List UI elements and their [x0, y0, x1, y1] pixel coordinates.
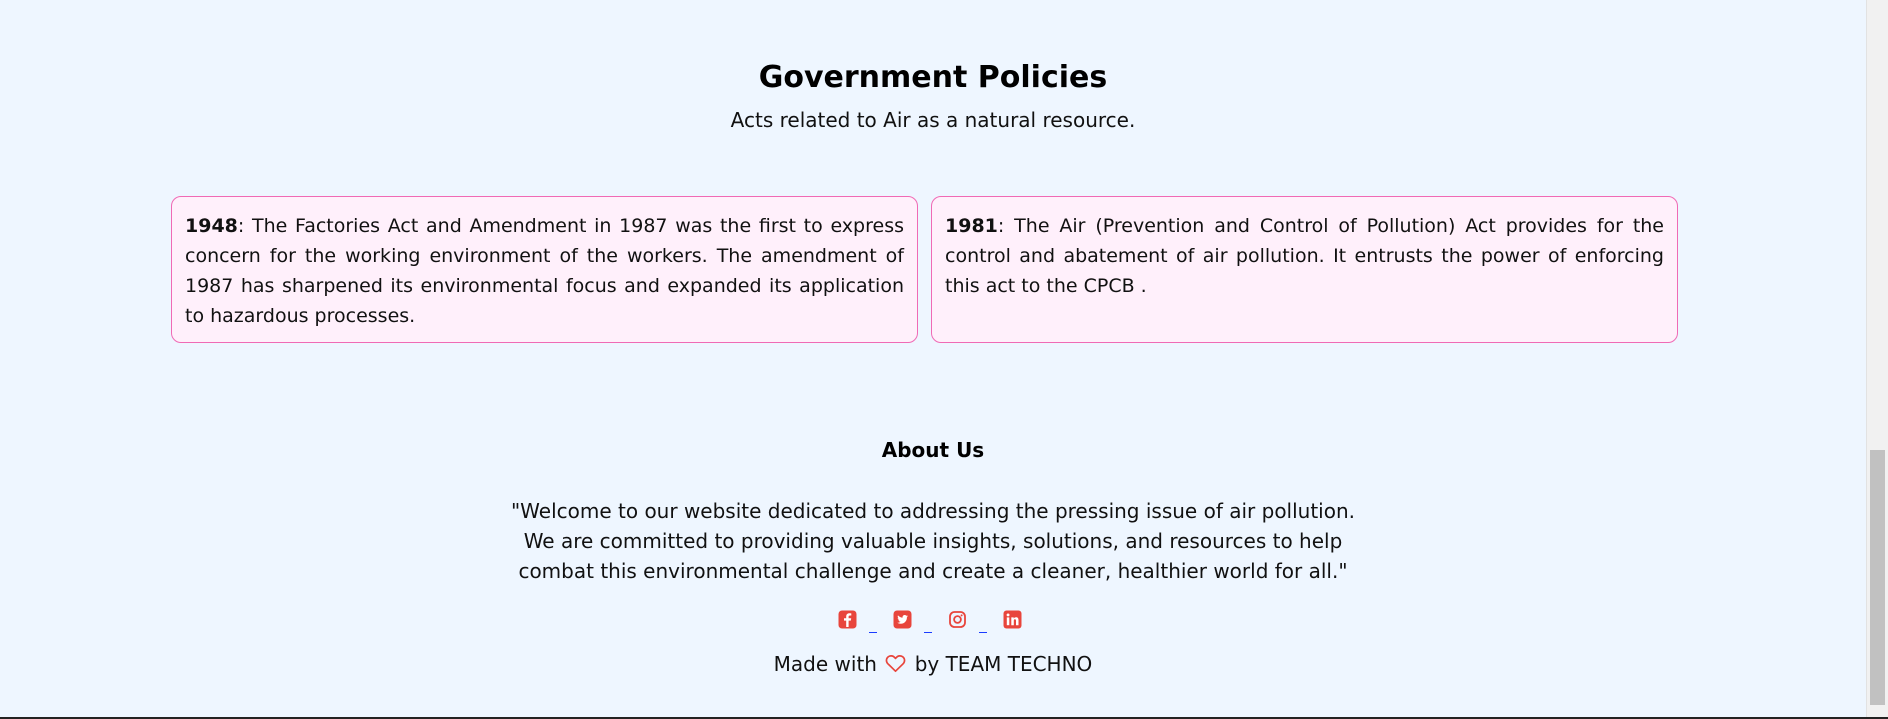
policy-year: 1948 [185, 215, 238, 237]
about-text: "Welcome to our website dedicated to add… [510, 499, 1356, 583]
linkedin-icon[interactable] [1003, 610, 1022, 629]
footer-suffix: by TEAM TECHNO [914, 652, 1093, 676]
footer-credit: Made with by TEAM TECHNO [0, 652, 1866, 678]
policy-text: : The Factories Act and Amendment in 198… [185, 215, 904, 327]
social-links [838, 608, 1022, 633]
heart-icon [885, 654, 906, 678]
link-underline [912, 610, 948, 633]
facebook-icon[interactable] [838, 610, 857, 629]
link-underline [967, 610, 1003, 633]
policies-title: Government Policies [758, 60, 1108, 95]
policy-text: : The Air (Prevention and Control of Pol… [945, 215, 1664, 297]
link-underline [857, 610, 893, 633]
policies-subtitle: Acts related to Air as a natural resourc… [730, 108, 1136, 132]
policy-card-1981: 1981: The Air (Prevention and Control of… [931, 196, 1678, 343]
page: Government Policies Acts related to Air … [0, 0, 1866, 717]
about-title: About Us [881, 438, 985, 462]
twitter-icon[interactable] [893, 610, 912, 629]
instagram-icon[interactable] [948, 610, 967, 629]
footer-prefix: Made with [773, 652, 877, 676]
policy-card-1948: 1948: The Factories Act and Amendment in… [171, 196, 918, 343]
scrollbar-thumb[interactable] [1870, 450, 1885, 705]
policy-year: 1981 [945, 215, 998, 237]
vertical-scrollbar[interactable] [1866, 0, 1888, 719]
